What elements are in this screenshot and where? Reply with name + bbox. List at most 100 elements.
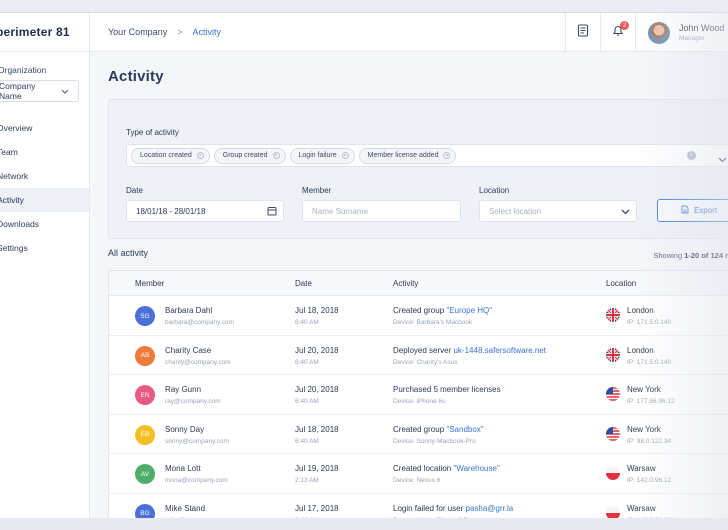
filter-tag[interactable]: Login failure ×	[289, 147, 355, 164]
activity-device: Device: Charity's Asus	[393, 358, 458, 366]
clear-all-icon[interactable]: ×	[687, 151, 696, 160]
activity-type-input[interactable]: Location created × Group created × Login f…	[126, 144, 728, 167]
flag-us-icon	[606, 387, 620, 401]
column-header-date[interactable]: Date	[295, 279, 312, 288]
user-menu[interactable]: John Wood Manager	[635, 13, 728, 52]
member-avatar: AV	[135, 464, 155, 484]
activity-device: Device: Sonny-Macbook-Pro	[393, 437, 476, 445]
filter-tag[interactable]: Member license added ×	[358, 147, 457, 164]
showing-range: 1-20 of 124 r	[684, 251, 728, 260]
column-header-activity[interactable]: Activity	[393, 279, 418, 288]
activity-time: 6:40 AM	[295, 319, 319, 326]
member-name[interactable]: Mona Lott	[165, 464, 201, 473]
location-label: Location	[479, 186, 510, 195]
table-body: SG Barbara Dahl barbara@company.com Jul 18,…	[109, 296, 728, 518]
activity-target-link[interactable]: "Europe HQ"	[446, 306, 492, 315]
activity-date: Jul 17, 2018	[295, 503, 339, 513]
activity-target-link[interactable]: "Sandbox"	[446, 425, 483, 434]
organization-label: Organization	[0, 65, 47, 75]
activity-time: 6:40 AM	[295, 398, 319, 405]
table-row[interactable]: SG Barbara Dahl barbara@company.com Jul 18,…	[109, 296, 728, 336]
activity-description: Created group "Europe HQ"	[393, 306, 492, 315]
calendar-icon[interactable]	[267, 206, 277, 218]
table-row[interactable]: BGMike Standmike@company.comJul 17, 2018…	[109, 494, 728, 518]
location-city: New York	[627, 385, 661, 394]
chevron-down-icon[interactable]	[718, 150, 727, 168]
docs-button[interactable]	[565, 13, 600, 52]
member-input[interactable]: Name Surname	[302, 200, 461, 222]
member-email: sonny@company.com	[165, 437, 229, 445]
member-name[interactable]: Sonny Day	[165, 425, 204, 434]
remove-tag-icon[interactable]: ×	[341, 152, 349, 159]
chevron-down-icon	[58, 84, 72, 98]
column-header-location[interactable]: Location	[606, 279, 636, 288]
topbar-actions: 2 John Wood Manager	[565, 13, 728, 52]
sidebar: perimeter 81 Organization Company Name O…	[0, 13, 90, 518]
activity-target-link[interactable]: "Warehouse"	[453, 464, 499, 473]
sidebar-item-team[interactable]: Team	[0, 140, 89, 164]
date-label: Date	[126, 186, 143, 195]
activity-time: 6:40 AM	[295, 358, 319, 366]
member-placeholder: Name Surname	[312, 206, 369, 216]
date-range-field[interactable]: 18/01/18 - 28/01/18	[126, 200, 284, 222]
table-row[interactable]: AV Mona Lott mona@company.com Jul 19, 2018 2…	[109, 454, 728, 494]
member-initials: AV	[140, 470, 150, 478]
export-button[interactable]: Export	[657, 199, 728, 222]
avatar	[648, 21, 670, 44]
column-header-member[interactable]: Member	[135, 279, 164, 288]
brand-logo[interactable]: perimeter 81	[0, 13, 89, 52]
member-avatar: EN	[135, 385, 155, 405]
location-select[interactable]: Select location	[479, 200, 637, 222]
sidebar-item-label: Network	[0, 171, 29, 181]
activity-description: Deployed server uk-1448.safersoftware.ne…	[393, 346, 546, 355]
location-ip: IP: 171.5.0.140	[627, 358, 672, 366]
activity-description: Purchased 5 member licenses	[393, 385, 501, 394]
filter-tag[interactable]: Group created ×	[213, 147, 286, 164]
activity-target-link[interactable]: pasha@grr.la	[466, 504, 514, 513]
member-initials: BG	[140, 510, 150, 517]
member-name[interactable]: Ray Gunn	[165, 385, 201, 394]
remove-tag-icon[interactable]: ×	[196, 152, 204, 159]
sidebar-item-overview[interactable]: Overview	[0, 116, 89, 140]
flag-uk-icon	[606, 308, 620, 322]
user-role: Manager	[679, 35, 705, 42]
date-range-value: 18/01/18 - 28/01/18	[136, 206, 206, 216]
table-row[interactable]: EB Sonny Day sonny@company.com Jul 18, 2018…	[109, 415, 728, 454]
activity-date: Jul 18, 2018	[295, 424, 339, 434]
filter-tag[interactable]: Location created ×	[131, 147, 210, 164]
activity-action: Created group	[393, 424, 447, 434]
activity-description: Created group "Sandbox"	[393, 425, 484, 434]
notifications-button[interactable]: 2	[600, 13, 635, 52]
bottom-strip	[0, 518, 728, 530]
table-row[interactable]: AB Charity Case charity@company.com Jul 20,…	[109, 336, 728, 375]
organization-select[interactable]: Company Name	[0, 80, 79, 102]
activity-device: Device: Barbara's Macbook	[393, 319, 473, 326]
member-initials: SG	[140, 312, 150, 320]
activity-description: Login failed for user pasha@grr.la	[393, 504, 513, 513]
activity-device: Device: Nexus 6	[393, 477, 441, 484]
sidebar-item-downloads[interactable]: Downloads	[0, 212, 89, 236]
remove-tag-icon[interactable]: ×	[272, 152, 280, 159]
activity-date: Jul 20, 2018	[295, 385, 339, 394]
sidebar-item-settings[interactable]: Settings	[0, 236, 89, 260]
sidebar-item-network[interactable]: Network	[0, 164, 89, 188]
member-email: ray@company.com	[165, 398, 221, 405]
member-name[interactable]: Mike Stand	[165, 504, 205, 513]
activity-target-link[interactable]: uk-1448.safersoftware.net	[453, 346, 546, 355]
sidebar-item-activity[interactable]: Activity	[0, 188, 89, 212]
sidebar-item-label: Settings	[0, 243, 28, 253]
table-row[interactable]: EN Ray Gunn ray@company.com Jul 20, 2018 6:4…	[109, 375, 728, 415]
remove-tag-icon[interactable]: ×	[443, 152, 451, 159]
filters-panel: Type of activity Location created × Group…	[108, 99, 728, 239]
member-name[interactable]: Barbara Dahl	[165, 306, 212, 315]
topbar: Your Company > Activity 2 John Wood Mana…	[90, 13, 728, 52]
app-window: perimeter 81 Organization Company Name O…	[0, 12, 728, 518]
filter-tag-label: Location created	[140, 152, 192, 159]
breadcrumb-company[interactable]: Your Company	[108, 27, 167, 37]
activity-action: Deployed server	[393, 345, 454, 355]
sidebar-item-label: Team	[0, 147, 18, 157]
activity-table: Member Date Activity Location SG Barbara …	[108, 270, 728, 518]
pagination-summary: Showing 1-20 of 124 r	[653, 251, 728, 260]
flag-us-icon	[606, 426, 620, 441]
member-name[interactable]: Charity Case	[165, 346, 211, 355]
